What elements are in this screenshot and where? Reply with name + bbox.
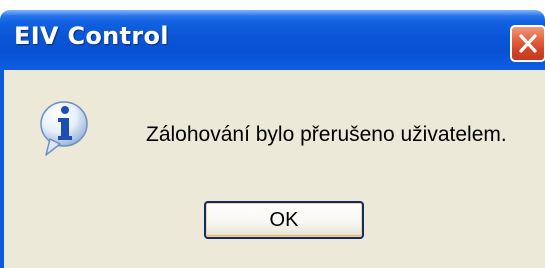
dialog-message: Zálohování bylo přerušeno uživatelem. xyxy=(146,123,507,146)
title-bar[interactable]: EIV Control xyxy=(0,10,545,70)
close-button[interactable] xyxy=(510,25,545,62)
information-icon xyxy=(40,101,88,156)
close-icon xyxy=(519,34,537,53)
window-title: EIV Control xyxy=(14,22,169,50)
dialog-body: Zálohování bylo přerušeno uživatelem. OK xyxy=(0,70,545,268)
ok-button[interactable]: OK xyxy=(204,201,364,239)
message-dialog: EIV Control Zálohování bylo přerušeno už… xyxy=(0,10,545,268)
screen: EIV Control Zálohování bylo přerušeno už… xyxy=(0,0,545,268)
